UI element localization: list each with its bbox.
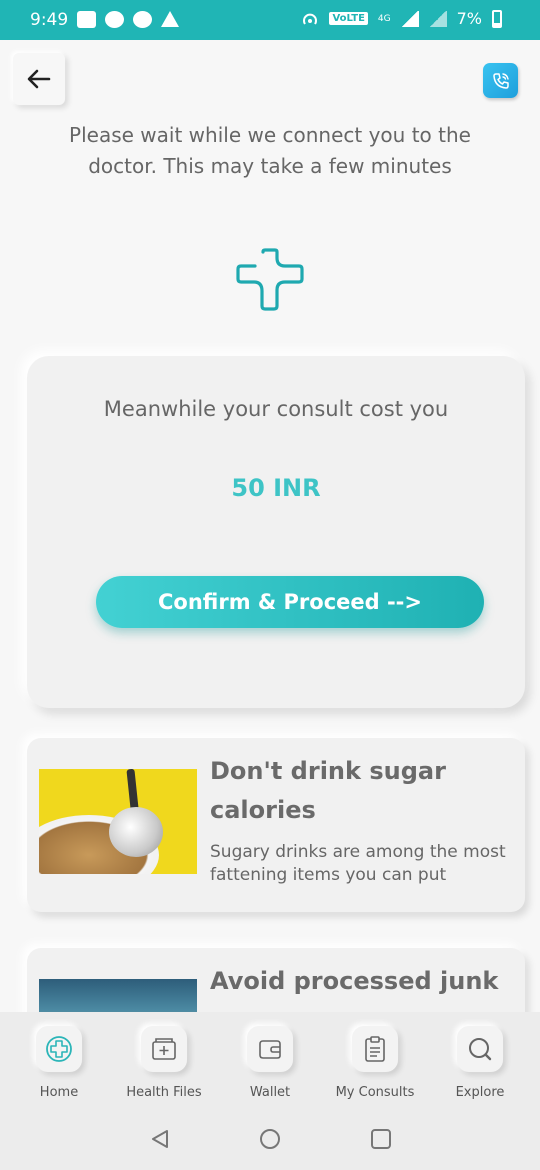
nav-explore[interactable]: Explore (427, 1026, 533, 1100)
sugar-spoon-shape (109, 807, 163, 857)
notification-app-icon (77, 11, 96, 28)
search-icon (469, 1038, 492, 1061)
system-back-icon[interactable] (149, 1128, 171, 1150)
health-files-icon (152, 1038, 176, 1060)
signal-icon (400, 10, 419, 27)
nav-my-consults-label: My Consults (335, 1085, 415, 1100)
top-bar (0, 40, 540, 116)
nav-explore-label: Explore (455, 1085, 505, 1100)
article-card[interactable]: Don't drink sugar calories Sugary drinks… (27, 738, 525, 912)
status-bar: 9:49 VoLTE 4G 7% (0, 0, 540, 40)
nav-home-button[interactable] (36, 1026, 82, 1072)
article-title: Avoid processed junk (210, 967, 499, 995)
status-right: VoLTE 4G 7% (301, 9, 502, 28)
nav-home-label: Home (39, 1085, 79, 1100)
medical-cross-icon (236, 248, 304, 311)
article-image (39, 769, 197, 874)
notification-icons (77, 11, 179, 28)
wallet-icon (259, 1040, 281, 1059)
battery-icon (492, 9, 502, 28)
network-type: 4G (377, 13, 391, 24)
confirm-proceed-button[interactable]: Confirm & Proceed --> (96, 576, 484, 628)
status-time: 9:49 (30, 10, 69, 30)
signal-2-icon (428, 10, 447, 27)
nav-my-consults[interactable]: My Consults (322, 1026, 428, 1100)
plus-circle-icon (46, 1036, 72, 1062)
nav-wallet-button[interactable] (247, 1026, 293, 1072)
volte-badge: VoLTE (329, 12, 368, 25)
video-call-button[interactable] (483, 63, 518, 98)
video-call-icon (492, 72, 509, 89)
nav-wallet[interactable]: Wallet (217, 1026, 323, 1100)
nav-health-files[interactable]: Health Files (111, 1026, 217, 1100)
cost-description: Meanwhile your consult cost you (103, 397, 449, 421)
nav-explore-button[interactable] (457, 1026, 503, 1072)
article-description: Sugary drinks are among the most fatteni… (210, 842, 506, 885)
system-home-icon[interactable] (259, 1128, 281, 1150)
back-button[interactable] (13, 53, 65, 105)
nav-health-files-label: Health Files (126, 1085, 202, 1100)
system-navigation-bar (0, 1126, 540, 1156)
waiting-message: Please wait while we connect you to the … (69, 123, 471, 178)
nav-home[interactable]: Home (6, 1026, 112, 1100)
consult-cost-amount: 50 INR (231, 474, 321, 502)
article-title: Don't drink sugar calories (210, 757, 446, 824)
notification-app-logo-icon (161, 11, 179, 27)
back-arrow-icon (27, 69, 51, 89)
bottom-navigation: Home Health Files Wallet My Consults Exp… (0, 1012, 540, 1170)
hotspot-icon (303, 13, 318, 25)
notification-globe-icon (105, 11, 124, 28)
consult-cost-card: Meanwhile your consult cost you 50 INR C… (27, 356, 525, 708)
nav-wallet-label: Wallet (249, 1085, 291, 1100)
nav-health-files-button[interactable] (141, 1026, 187, 1072)
battery-percent: 7% (456, 9, 482, 28)
nav-my-consults-button[interactable] (352, 1026, 398, 1072)
clipboard-icon (365, 1036, 385, 1062)
notification-pill-icon (133, 11, 152, 28)
system-recents-icon[interactable] (370, 1128, 392, 1150)
